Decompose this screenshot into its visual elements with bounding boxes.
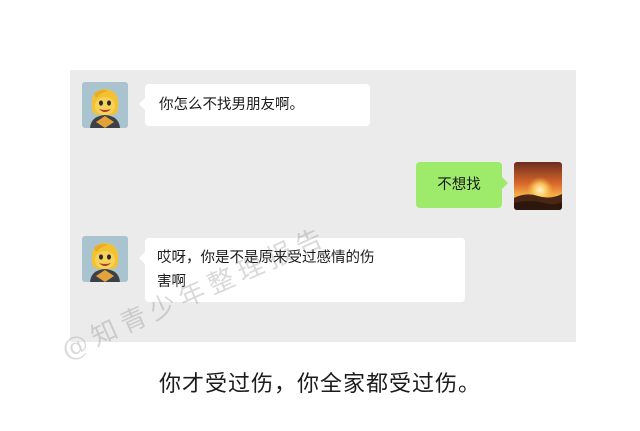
chat-panel: 你怎么不找男朋友啊。 不想找 哎呀，你是不是原来受过感情的伤 害啊 xyxy=(70,70,576,342)
message-text: 你怎么不找男朋友啊。 xyxy=(159,97,304,113)
sunset-avatar-icon[interactable] xyxy=(514,162,562,210)
incoming-message-bubble[interactable]: 你怎么不找男朋友啊。 xyxy=(139,84,370,126)
caption-text: 你才受过伤，你全家都受过伤。 xyxy=(158,372,481,397)
outgoing-message-bubble[interactable]: 不想找 xyxy=(416,162,508,208)
cartoon-avatar-icon[interactable] xyxy=(82,82,128,128)
incoming-message-bubble[interactable]: 哎呀，你是不是原来受过感情的伤 害啊 xyxy=(139,238,465,302)
message-text-line: 哎呀，你是不是原来受过感情的伤 xyxy=(157,250,375,266)
message-text-line: 害啊 xyxy=(157,274,186,290)
message-text: 不想找 xyxy=(437,177,481,193)
cartoon-avatar-icon[interactable] xyxy=(82,236,128,282)
